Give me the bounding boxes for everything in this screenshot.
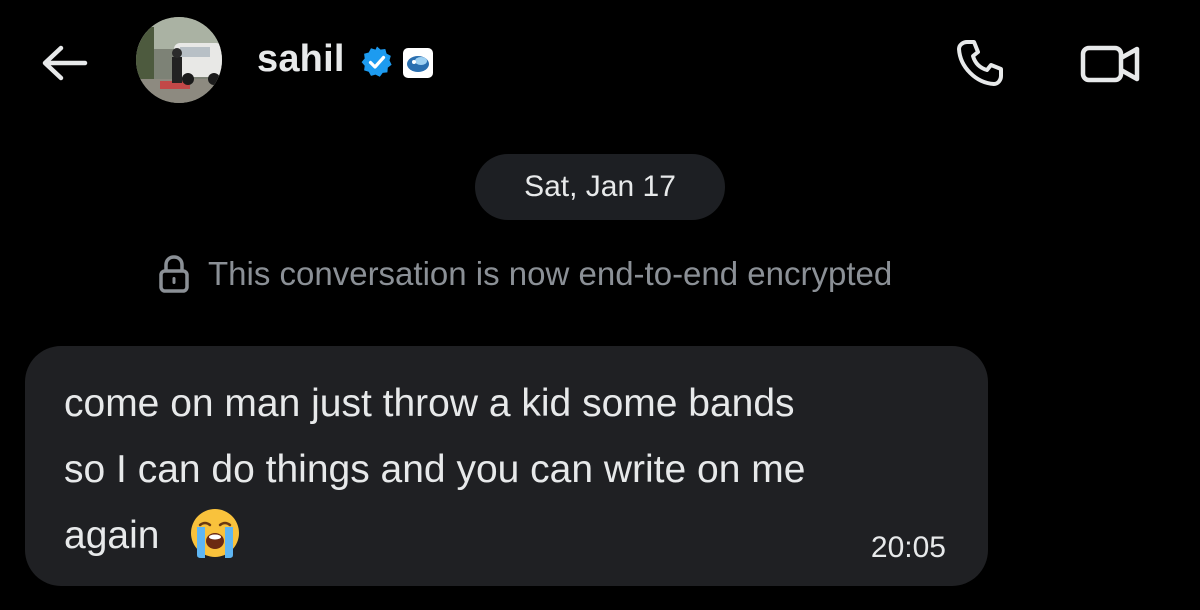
date-label: Sat, Jan 17 <box>524 170 676 203</box>
message-line: come on man just throw a kid some bands <box>64 382 795 425</box>
back-button[interactable] <box>36 38 92 88</box>
avatar-photo <box>136 17 222 103</box>
video-camera-icon <box>1080 45 1140 83</box>
contact-name[interactable]: sahil <box>257 38 345 81</box>
message-line: again <box>64 514 160 557</box>
message-bubble[interactable]: come on man just throw a kid some bands … <box>25 346 988 586</box>
voice-call-button[interactable] <box>950 36 1010 90</box>
encryption-notice-text: This conversation is now end-to-end encr… <box>208 255 893 292</box>
affiliate-badge-icon <box>403 48 433 78</box>
avatar[interactable] <box>136 17 222 103</box>
message-line: so I can do things and you can write on … <box>64 448 806 491</box>
loudly-crying-face-icon <box>191 509 239 558</box>
video-call-button[interactable] <box>1076 36 1146 90</box>
phone-icon <box>957 40 1003 86</box>
verified-badge-icon <box>361 46 392 77</box>
arrow-left-icon <box>42 45 88 81</box>
message-timestamp: 20:05 <box>870 531 946 564</box>
date-separator: Sat, Jan 17 <box>475 154 725 220</box>
chat-header: sahil <box>0 0 1200 120</box>
lock-icon <box>154 252 194 296</box>
encryption-notice: This conversation is now end-to-end encr… <box>154 250 892 298</box>
